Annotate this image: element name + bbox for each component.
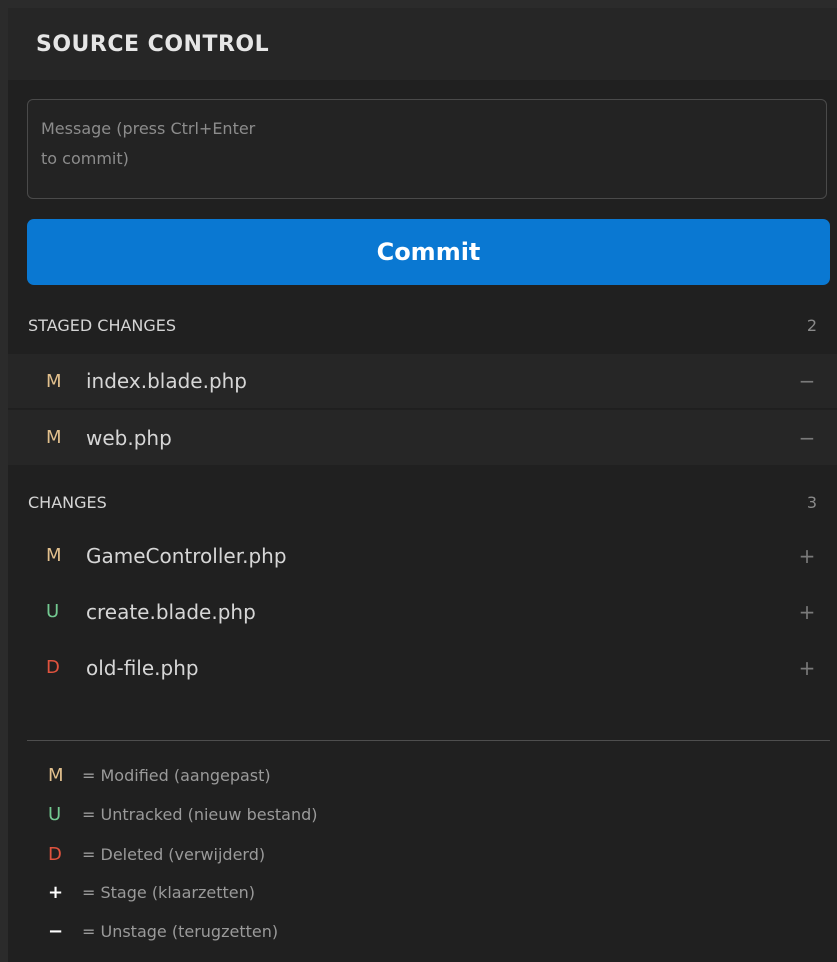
file-name[interactable]: create.blade.php [86,600,797,624]
file-name[interactable]: GameController.php [86,544,797,568]
staged-changes-count: 2 [806,315,817,335]
legend-item: U = Untracked (nieuw bestand) [48,799,318,829]
unstage-button[interactable]: − [797,426,817,450]
legend-text: = Unstage (terugzetten) [82,921,279,941]
staged-changes-title: STAGED CHANGES [28,315,177,335]
legend-text: = Deleted (verwijderd) [82,844,266,864]
source-control-panel: SOURCE CONTROL Commit STAGED CHANGES 2 M… [8,8,837,962]
legend-text: = Stage (klaarzetten) [82,882,255,902]
file-status-modified: M [46,427,62,448]
legend-symbol: − [48,920,64,942]
changes-count: 3 [806,492,817,512]
panel-title: SOURCE CONTROL [8,8,837,80]
stage-button[interactable]: + [797,656,817,680]
staged-file-row[interactable]: M web.php − [8,410,837,465]
changes-title: CHANGES [28,492,107,512]
changed-file-row[interactable]: M GameController.php + [8,528,837,583]
legend-symbol: + [48,881,64,903]
file-name[interactable]: web.php [86,426,797,450]
legend-divider [27,740,830,741]
commit-button[interactable]: Commit [27,219,830,285]
legend-item: M = Modified (aangepast) [48,760,271,790]
stage-button[interactable]: + [797,600,817,624]
legend-symbol: U [48,803,62,825]
staged-changes-header[interactable]: STAGED CHANGES 2 [8,305,837,345]
window-edge-top [0,0,837,8]
file-name[interactable]: old-file.php [86,656,797,680]
unstage-button[interactable]: − [797,369,817,393]
window-edge-left [0,0,8,962]
legend-item: − = Unstage (terugzetten) [48,916,278,946]
changes-header[interactable]: CHANGES 3 [8,482,837,522]
stage-button[interactable]: + [797,544,817,568]
legend-text: = Modified (aangepast) [82,765,271,785]
legend-text: = Untracked (nieuw bestand) [82,804,318,824]
file-name[interactable]: index.blade.php [86,369,797,393]
file-status-modified: M [46,545,62,566]
commit-message-box[interactable] [27,99,827,199]
legend-symbol: D [48,843,62,865]
legend-symbol: M [48,764,64,786]
file-status-modified: M [46,370,62,392]
legend-item: + = Stage (klaarzetten) [48,877,255,907]
file-status-deleted: D [46,657,60,678]
changed-file-row[interactable]: D old-file.php + [8,640,837,695]
staged-file-row[interactable]: M index.blade.php − [8,354,837,409]
file-status-untracked: U [46,601,60,622]
legend-item: D = Deleted (verwijderd) [48,839,265,869]
changed-file-row[interactable]: U create.blade.php + [8,584,837,639]
commit-message-input[interactable] [41,114,351,184]
